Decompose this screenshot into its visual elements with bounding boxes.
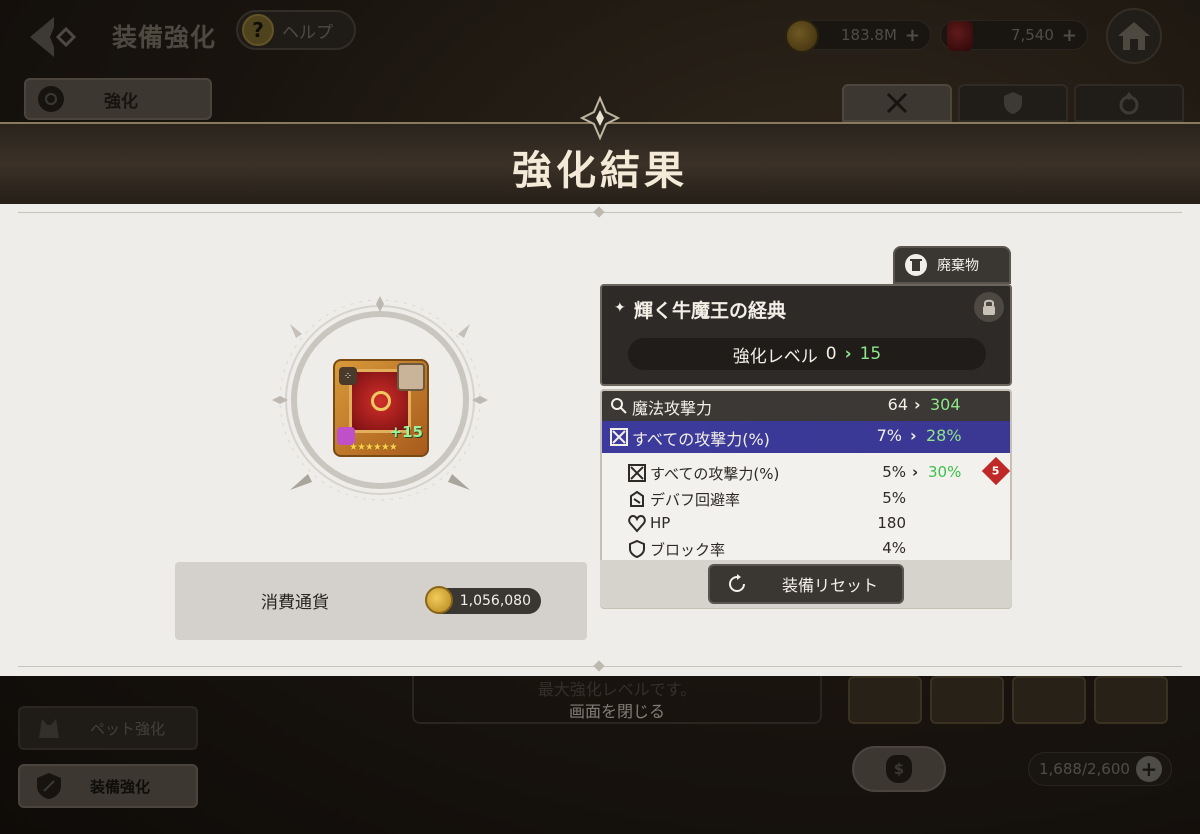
item-name-card: ✦ 輝く牛魔王の経典 強化レベル 0 › 15 [600, 284, 1012, 386]
all-attack-icon [610, 428, 628, 446]
divider-top-diamond [593, 206, 605, 218]
enhance-level-pill: 強化レベル 0 › 15 [628, 338, 986, 370]
cost-label: 消費通貨 [261, 593, 329, 613]
cost-amount: 1,056,080 [459, 593, 531, 609]
sub-stat-row: ブロック率 4% [602, 535, 1010, 561]
level-arrow-icon: › [844, 344, 852, 364]
dispose-label: 廃棄物 [937, 258, 979, 274]
upgrade-count-badge: 5 [981, 456, 1010, 486]
sub-stat-value: 5% [882, 489, 906, 507]
highlight-stat-from: 7% [876, 426, 902, 445]
item-plus-level: +15 [389, 423, 423, 441]
reset-bar: 装備リセット [600, 560, 1012, 608]
block-shield-icon [629, 540, 645, 558]
sub-stat-row: HP 180 [602, 510, 1010, 536]
level-to: 15 [859, 344, 882, 364]
character-portrait-icon [397, 363, 425, 391]
sub-stat-name: デバフ回避率 [650, 491, 741, 509]
trash-icon [905, 254, 927, 276]
sub-stat-name: ブロック率 [650, 541, 726, 559]
level-from: 0 [825, 344, 837, 364]
main-stat-row: 魔法攻撃力 64 › 304 [602, 391, 1010, 421]
highlight-stat-row: すべての攻撃力(%) 7% › 28% [602, 421, 1010, 453]
item-stars: ★★★★★★ [349, 442, 398, 453]
main-stat-name: 魔法攻撃力 [632, 399, 713, 418]
sub-stat-value: 180 [877, 514, 906, 532]
sub-stat-value: 4% [882, 539, 906, 557]
equipment-reset-button[interactable]: 装備リセット [708, 564, 904, 604]
divider-bottom-diamond [593, 660, 605, 672]
lock-icon [983, 299, 995, 315]
equipment-reset-label: 装備リセット [782, 576, 879, 595]
highlight-stat-name: すべての攻撃力(%) [632, 430, 770, 449]
sub-stat-to: 30% [928, 463, 962, 481]
sub-stat-name: HP [650, 514, 671, 532]
sub-stat-from: 5% [882, 463, 906, 481]
dispose-button[interactable]: 廃棄物 [893, 246, 1011, 284]
sub-stat-row: すべての攻撃力(%) 5% › 30% 5 [602, 456, 1010, 486]
stat-arrow-icon: › [910, 426, 917, 445]
banner-emblem-icon [580, 96, 620, 140]
cost-box: 消費通貨 1,056,080 [175, 562, 587, 640]
stat-arrow-icon: › [914, 395, 921, 414]
main-stat-to: 304 [930, 395, 961, 414]
stat-arrow-icon: › [912, 463, 919, 481]
debuff-evade-icon [630, 490, 644, 507]
all-attack-icon [628, 464, 646, 482]
item-name: 輝く牛魔王の経典 [634, 300, 787, 322]
sub-stat-row: デバフ回避率 5% [602, 485, 1010, 511]
result-title: 強化結果 [512, 148, 688, 194]
heart-icon [628, 515, 646, 533]
gold-coin-icon [425, 586, 453, 614]
cost-amount-pill: 1,056,080 [425, 586, 541, 614]
sub-stat-name: すべての攻撃力(%) [650, 465, 780, 483]
equipment-item-icon[interactable]: ⁘ +15 ★★★★★★ [333, 359, 429, 457]
lock-button[interactable] [974, 292, 1004, 322]
reset-icon [729, 574, 745, 592]
sparkle-icon: ✦ [614, 300, 626, 316]
magic-attack-icon [611, 398, 627, 414]
highlight-stat-to: 28% [926, 426, 962, 445]
main-stat-from: 64 [887, 395, 908, 414]
result-panel: ⁘ +15 ★★★★★★ 消費通貨 1,056,080 廃棄物 ✦ 輝く牛魔王の… [0, 204, 1200, 676]
level-label: 強化レベル [732, 346, 818, 367]
dice-icon: ⁘ [339, 367, 357, 385]
